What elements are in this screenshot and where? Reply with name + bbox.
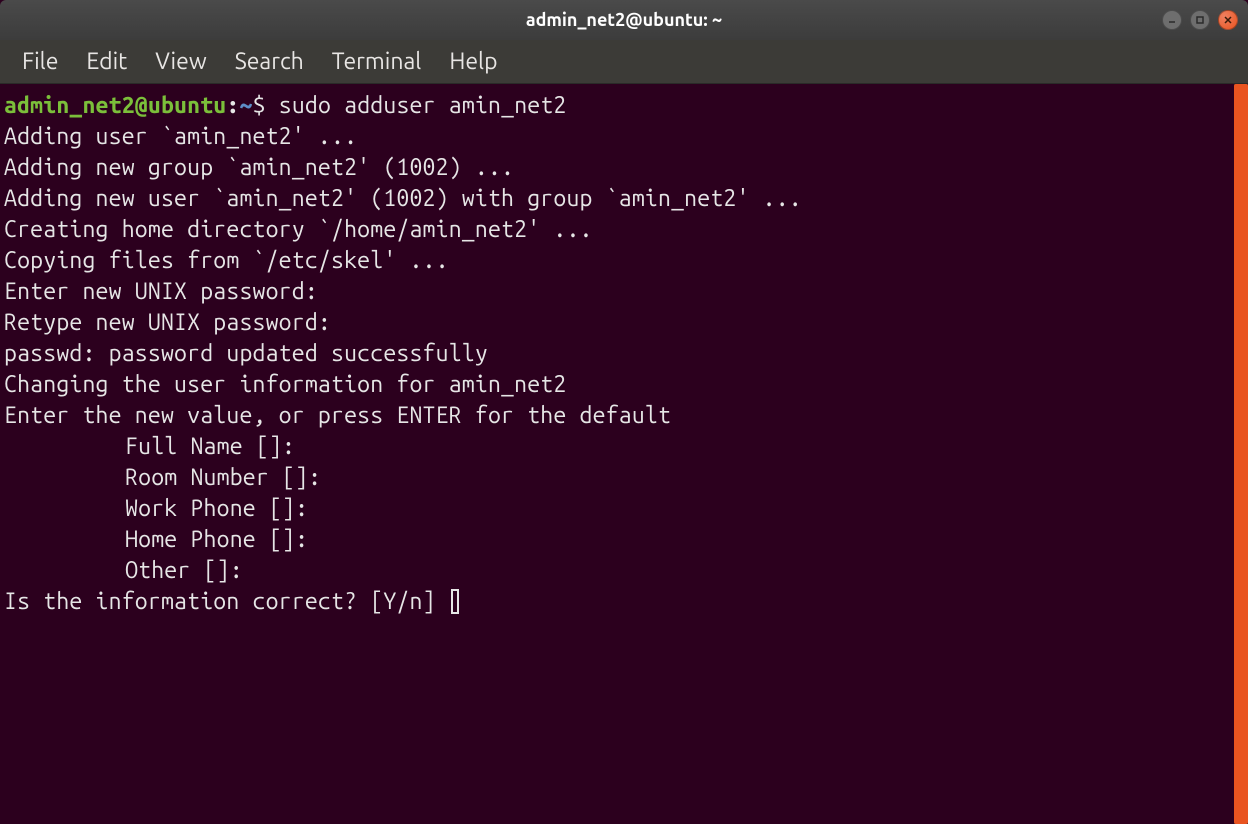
menu-terminal[interactable]: Terminal [318,45,436,78]
maximize-icon [1195,15,1205,25]
output-line: Retype new UNIX password: [4,307,1244,338]
minimize-icon [1167,15,1177,25]
output-line: passwd: password updated successfully [4,338,1244,369]
output-line: Adding new group `amin_net2' (1002) ... [4,152,1244,183]
minimize-button[interactable] [1162,10,1182,30]
scrollbar-thumb[interactable] [1234,84,1248,824]
output-field: Home Phone []: [4,524,1244,555]
close-icon [1223,15,1233,25]
terminal-cursor [451,589,459,614]
command-text: sudo adduser amin_net2 [279,93,567,118]
menu-view[interactable]: View [141,45,220,78]
output-field: Room Number []: [4,462,1244,493]
confirm-text: Is the information correct? [Y/n] [4,589,449,614]
output-line: Enter the new value, or press ENTER for … [4,400,1244,431]
scrollbar-track[interactable] [1234,84,1248,824]
prompt-path: ~ [239,93,252,118]
menu-search[interactable]: Search [221,45,318,78]
prompt-separator: : [226,93,239,118]
menu-edit[interactable]: Edit [72,45,141,78]
output-line: Enter new UNIX password: [4,276,1244,307]
output-line: Adding user `amin_net2' ... [4,121,1244,152]
window-controls [1162,10,1238,30]
output-confirm-line: Is the information correct? [Y/n] [4,586,1244,617]
output-field: Other []: [4,555,1244,586]
output-line: Copying files from `/etc/skel' ... [4,245,1244,276]
output-line: Adding new user `amin_net2' (1002) with … [4,183,1244,214]
output-field: Full Name []: [4,431,1244,462]
prompt-line: admin_net2@ubuntu:~$ sudo adduser amin_n… [4,90,1244,121]
prompt-symbol: $ [253,93,266,118]
close-button[interactable] [1218,10,1238,30]
window-titlebar: admin_net2@ubuntu: ~ [0,0,1248,40]
terminal-viewport[interactable]: admin_net2@ubuntu:~$ sudo adduser amin_n… [0,84,1248,824]
menu-bar: File Edit View Search Terminal Help [0,40,1248,84]
output-field: Work Phone []: [4,493,1244,524]
menu-help[interactable]: Help [435,45,511,78]
prompt-user-host: admin_net2@ubuntu [4,93,226,118]
menu-file[interactable]: File [8,45,72,78]
output-line: Changing the user information for amin_n… [4,369,1244,400]
window-title: admin_net2@ubuntu: ~ [526,10,722,30]
maximize-button[interactable] [1190,10,1210,30]
output-line: Creating home directory `/home/amin_net2… [4,214,1244,245]
